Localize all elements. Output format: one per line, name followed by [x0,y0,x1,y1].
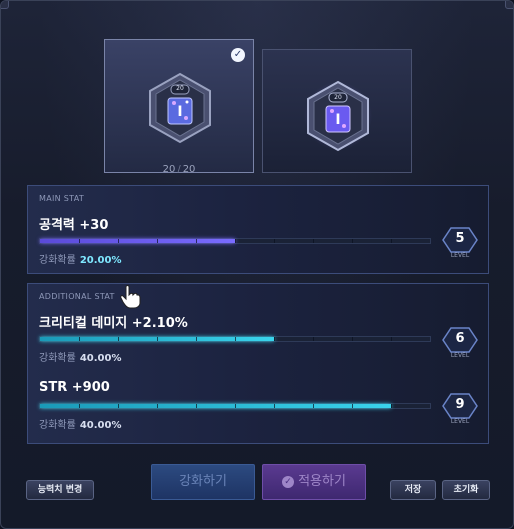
enhance-button[interactable]: 강화하기 [151,464,255,500]
gem-badge: 20 [334,94,342,101]
progress-bar [39,238,431,244]
bar-segment-divider [352,404,353,408]
bar-segment-divider [157,239,158,243]
bar-segment-divider [235,404,236,408]
gem-slot-selected[interactable]: ✓ I 20 20/20 [104,39,254,175]
gem-count: 20/20 [162,164,196,175]
bar-segment-divider [391,404,392,408]
panel-title: MAIN STAT [39,194,85,203]
level-badge: 9 LEVEL [442,392,478,426]
reset-button[interactable]: 초기화 [442,480,490,500]
bar-segment-divider [352,239,353,243]
corner-decoration [1,1,9,9]
additional-stat-panel: ADDITIONAL STAT 크리티컬 데미지 +2.10% 강화확률 40.0… [27,283,489,444]
bar-segment-divider [196,239,197,243]
bar-segment-divider [118,404,119,408]
bar-segment-divider [118,239,119,243]
check-icon: ✓ [282,476,295,488]
progress-bar [39,336,431,342]
check-icon: ✓ [231,48,245,62]
bar-segment-divider [313,404,314,408]
bar-segment-divider [313,337,314,341]
bar-segment-divider [196,337,197,341]
bar-segment-divider [235,239,236,243]
enhance-window: ✓ I 20 20/20 I 20 MAIN STAT 공격력 +30 강화확률… [0,0,514,529]
progress-fill [40,239,235,243]
gem-icon: I [149,72,211,144]
level-badge: 6 LEVEL [442,326,478,360]
bar-segment-divider [391,337,392,341]
svg-text:I: I [335,112,340,128]
gem-slot-result[interactable]: I 20 [262,49,412,173]
gem-icon: I [304,80,372,152]
bar-segment-divider [157,404,158,408]
svg-text:I: I [177,104,182,120]
panel-title: ADDITIONAL STAT [39,292,115,301]
progress-bar [39,403,431,409]
enhance-probability: 강화확률 20.00% [39,255,122,266]
bar-segment-divider [196,404,197,408]
bar-segment-divider [274,404,275,408]
enhance-probability: 강화확률 40.00% [39,420,122,431]
bar-segment-divider [235,337,236,341]
stat-label: 크리티컬 데미지 +2.10% [39,316,188,331]
bar-segment-divider [391,239,392,243]
hand-cursor-icon [120,285,141,309]
progress-fill [40,404,391,408]
bar-segment-divider [79,239,80,243]
bar-segment-divider [274,337,275,341]
bar-segment-divider [79,404,80,408]
stat-label: STR +900 [39,380,110,395]
change-stat-button[interactable]: 능력치 변경 [26,480,94,500]
level-badge: 5 LEVEL [442,226,478,260]
gem-badge: 20 [176,85,184,92]
enhance-probability: 강화확률 40.00% [39,353,122,364]
apply-button[interactable]: ✓ 적용하기 [262,464,366,500]
bar-segment-divider [313,239,314,243]
save-button[interactable]: 저장 [390,480,436,500]
bar-segment-divider [118,337,119,341]
corner-decoration [505,1,513,9]
bar-segment-divider [274,239,275,243]
bar-segment-divider [352,337,353,341]
bar-segment-divider [157,337,158,341]
bar-segment-divider [79,337,80,341]
stat-label: 공격력 +30 [39,218,109,233]
main-stat-panel: MAIN STAT 공격력 +30 강화확률 20.00% 5 LEVEL [27,185,489,274]
